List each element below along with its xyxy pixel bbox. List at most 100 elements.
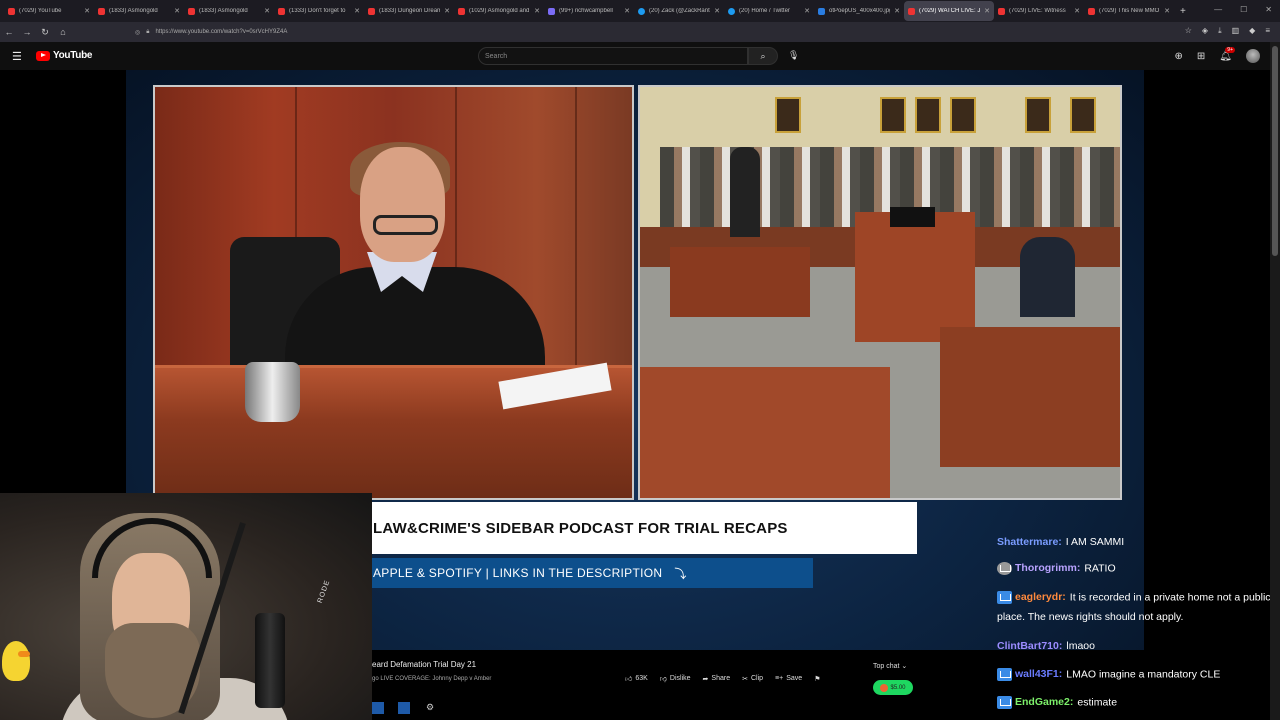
report-button[interactable]: ⚑ (814, 675, 820, 683)
messenger-icon (548, 7, 555, 15)
home-icon[interactable]: ⌂ (54, 27, 72, 37)
podcast-links-banner: APPLE & SPOTIFY | LINKS IN THE DESCRIPTI… (371, 558, 813, 588)
save-button[interactable]: ≡+ Save (775, 675, 802, 682)
close-tab-icon[interactable]: ✕ (174, 7, 180, 15)
avatar (880, 683, 889, 692)
forward-icon[interactable]: → (18, 27, 36, 37)
share-label: Share (711, 675, 731, 682)
close-window-icon[interactable]: ✕ (1265, 5, 1272, 14)
page-scrollbar[interactable] (1270, 42, 1280, 720)
close-tab-icon[interactable]: ✕ (264, 7, 270, 15)
youtube-logo[interactable]: YouTube (36, 50, 93, 61)
browser-tab[interactable]: (1833) Dungeon Dream ✕ (364, 1, 454, 21)
browser-tab[interactable]: (1333) Don't forget to ✕ (274, 1, 364, 21)
browser-navbar: ← → ↻ ⌂ ◎ 🔒︎ https://www.youtube.com/wat… (0, 22, 1280, 42)
tab-title: (1333) Don't forget to (289, 8, 346, 14)
search-button[interactable]: ⌕ (748, 47, 778, 65)
browser-tab[interactable]: otPoepUS_400x400.jpg ✕ (814, 1, 904, 21)
create-video-icon[interactable]: ⊕ (1175, 51, 1183, 62)
browser-tab[interactable]: (1833) Asmongold ✕ (184, 1, 274, 21)
courtroom-camera-panel (638, 85, 1122, 500)
tab-title: (99+) richwcampbell (559, 8, 613, 14)
judge-camera-panel (153, 85, 634, 500)
close-tab-icon[interactable]: ✕ (624, 7, 630, 15)
browser-toolbar-right: ☆ ◈ ⤓ ▥ ◆ ≡ (1185, 26, 1270, 36)
url-bar[interactable]: ◎ 🔒︎ https://www.youtube.com/watch?v=0sr… (135, 25, 1095, 39)
close-tab-icon[interactable]: ✕ (1164, 7, 1170, 15)
close-tab-icon[interactable]: ✕ (894, 7, 900, 15)
browser-tab[interactable]: (7029) WATCH LIVE: Jo ✕ (904, 1, 994, 21)
close-tab-icon[interactable]: ✕ (1074, 7, 1080, 15)
apps-grid-icon[interactable]: ⊞ (1197, 51, 1205, 62)
close-tab-icon[interactable]: ✕ (804, 7, 810, 15)
chat-message: eaglerydr: It is recorded in a private ho… (997, 591, 1271, 604)
new-tab-icon[interactable]: + (1180, 6, 1186, 17)
browser-tab[interactable]: (7029) YouTube ✕ (4, 1, 94, 21)
dislike-button[interactable]: 👎︎ Dislike (660, 674, 691, 683)
notification-badge: 9+ (1225, 46, 1235, 53)
miniplayer-icon[interactable] (372, 702, 384, 714)
tab-title: (7029) WATCH LIVE: Jo (919, 8, 981, 14)
scrollbar-thumb[interactable] (1272, 46, 1278, 256)
notifications-bell-icon[interactable]: 🔔︎ 9+ (1219, 46, 1235, 62)
chat-username[interactable]: EndGame2: (1015, 696, 1073, 708)
clip-button[interactable]: ✂ Clip (742, 675, 763, 683)
thumbs-up-icon: 👍︎ (625, 676, 633, 683)
close-tab-icon[interactable]: ✕ (444, 7, 450, 15)
url-text[interactable]: https://www.youtube.com/watch?v=0srVcHY9… (155, 29, 287, 35)
clip-label: Clip (750, 675, 764, 682)
chat-username[interactable]: Thorogrimm: (1015, 562, 1080, 574)
hamburger-menu-icon[interactable]: ☰ (12, 50, 22, 63)
bookmark-star-icon[interactable]: ☆ (1185, 26, 1192, 36)
chat-username[interactable]: ClintBart710: (997, 640, 1062, 652)
share-button[interactable]: ➦ Share (703, 675, 731, 683)
video-actions: 👍︎ 63K 👎︎ Dislike ➦ Share ✂ Clip ≡+ Save ⚑ (625, 674, 820, 683)
search-input[interactable]: Search (478, 47, 748, 65)
video-title[interactable]: eard Defamation Trial Day 21 (372, 660, 476, 669)
pocket-icon[interactable]: ◈ (1202, 26, 1208, 36)
youtube-icon (8, 7, 15, 15)
dislike-label: Dislike (669, 675, 691, 682)
super-chat-ticker[interactable]: $5.00 (873, 680, 913, 695)
menu-icon[interactable]: ≡ (1265, 26, 1270, 36)
chat-message: place. The news rights should not apply. (997, 611, 1183, 623)
browser-tab[interactable]: (1833) Asmongold ✕ (94, 1, 184, 21)
extension-icon[interactable]: ◆ (1249, 26, 1255, 36)
youtube-icon (908, 7, 915, 15)
subtitle-prefix: go (372, 676, 379, 682)
chat-username[interactable]: eaglerydr: (1015, 591, 1066, 603)
minimize-icon[interactable]: — (1214, 5, 1222, 14)
close-tab-icon[interactable]: ✕ (354, 7, 360, 15)
library-icon[interactable]: ▥ (1232, 26, 1240, 36)
back-icon[interactable]: ← (0, 27, 18, 37)
chat-username[interactable]: wall43F1: (1015, 668, 1062, 680)
maximize-icon[interactable]: ☐ (1240, 5, 1247, 14)
browser-tab[interactable]: (20) Zack (@ZackRant ✕ (634, 1, 724, 21)
close-tab-icon[interactable]: ✕ (984, 7, 990, 15)
tab-title: (1833) Asmongold (109, 8, 158, 14)
reload-icon[interactable]: ↻ (36, 27, 54, 38)
voice-search-icon[interactable]: 🎙︎ (788, 50, 799, 61)
settings-gear-icon[interactable]: ⚙ (424, 702, 436, 714)
tab-title: (7029) YouTube (19, 8, 62, 14)
youtube-icon (98, 7, 105, 15)
browser-tab[interactable]: (20) Home / Twitter ✕ (724, 1, 814, 21)
live-chat-mode-select[interactable]: Top chat ⌄ (873, 662, 907, 670)
chat-username[interactable]: Shattermare: (997, 536, 1062, 548)
tab-title: (20) Zack (@ZackRant (649, 8, 710, 14)
close-tab-icon[interactable]: ✕ (84, 7, 90, 15)
browser-tab[interactable]: (1029) Asmongold and ✕ (454, 1, 544, 21)
like-button[interactable]: 👍︎ 63K (625, 674, 648, 683)
downloads-icon[interactable]: ⤓ (1218, 26, 1222, 36)
chat-message: wall43F1: LMAO imagine a mandatory CLE (997, 668, 1220, 681)
close-tab-icon[interactable]: ✕ (714, 7, 720, 15)
browser-tab[interactable]: (7029) This New MMO ✕ (1084, 1, 1174, 21)
chat-message: Shattermare: I AM SAMMI (997, 536, 1124, 548)
close-tab-icon[interactable]: ✕ (534, 7, 540, 15)
account-avatar[interactable] (1246, 49, 1260, 63)
theater-mode-icon[interactable] (398, 702, 410, 714)
browser-tab[interactable]: (7029) LIVE: Witness ✕ (994, 1, 1084, 21)
twitter-icon (638, 7, 645, 15)
browser-tab[interactable]: (99+) richwcampbell ✕ (544, 1, 634, 21)
lock-icon: 🔒︎ (146, 28, 150, 35)
